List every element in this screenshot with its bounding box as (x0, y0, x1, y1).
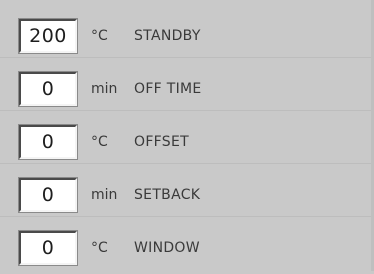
setting-row-window: 0 °C WINDOW (0, 216, 374, 274)
standby-unit: °C (91, 28, 108, 44)
off-time-unit: min (91, 81, 118, 97)
setting-row-offset: 0 °C OFFSET (0, 110, 374, 168)
setback-value-field[interactable]: 0 (18, 177, 78, 213)
window-label: WINDOW (134, 240, 200, 256)
setting-row-standby: 200 °C STANDBY (0, 10, 374, 62)
offset-label: OFFSET (134, 134, 189, 150)
settings-panel: 200 °C STANDBY 0 min OFF TIME 0 °C OFFSE… (0, 0, 374, 271)
setback-label: SETBACK (134, 187, 201, 203)
offset-value-field[interactable]: 0 (18, 124, 78, 160)
setback-unit: min (91, 187, 118, 203)
offset-unit: °C (91, 134, 108, 150)
setting-row-setback: 0 min SETBACK (0, 163, 374, 221)
standby-label: STANDBY (134, 28, 201, 44)
off-time-value-field[interactable]: 0 (18, 71, 78, 107)
window-value-field[interactable]: 0 (18, 230, 78, 266)
standby-value-field[interactable]: 200 (18, 18, 78, 54)
setting-row-off-time: 0 min OFF TIME (0, 57, 374, 115)
window-unit: °C (91, 240, 108, 256)
off-time-label: OFF TIME (134, 81, 202, 97)
